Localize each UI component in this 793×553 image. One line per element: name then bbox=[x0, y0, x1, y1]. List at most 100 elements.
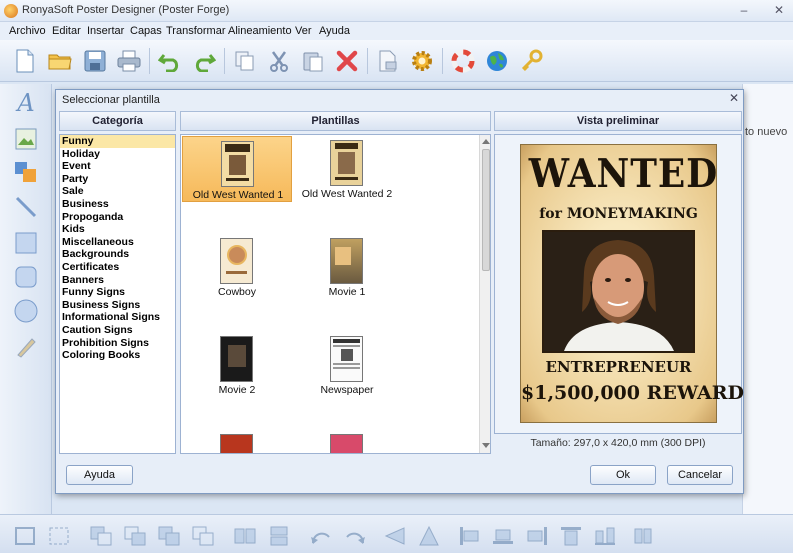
right-panel-text: to nuevo bbox=[745, 126, 788, 138]
category-list: Funny Holiday Event Party Sale Business … bbox=[59, 134, 176, 454]
image-tool-icon[interactable] bbox=[13, 126, 39, 152]
category-item[interactable]: Coloring Books bbox=[60, 349, 175, 362]
rotate-left-icon[interactable] bbox=[308, 523, 334, 549]
clipart-tool-icon[interactable] bbox=[13, 159, 39, 185]
template-dialog: Seleccionar plantilla ✕ Categoría Planti… bbox=[55, 89, 744, 494]
paste-icon[interactable] bbox=[300, 48, 326, 74]
category-item[interactable]: Informational Signs bbox=[60, 311, 175, 324]
template-item[interactable]: Newspaper bbox=[292, 332, 402, 398]
copy-icon[interactable] bbox=[232, 48, 258, 74]
menu-capas[interactable]: Capas bbox=[130, 25, 162, 37]
category-item[interactable]: Funny bbox=[60, 135, 175, 148]
category-item[interactable]: Banners bbox=[60, 274, 175, 287]
cut-icon[interactable] bbox=[266, 48, 292, 74]
category-item[interactable]: Business Signs bbox=[60, 299, 175, 312]
save-icon[interactable] bbox=[82, 48, 108, 74]
menu-ver[interactable]: Ver bbox=[295, 25, 312, 37]
align-top-icon[interactable] bbox=[456, 523, 482, 549]
new-file-icon[interactable] bbox=[12, 48, 38, 74]
menu-ayuda[interactable]: Ayuda bbox=[319, 25, 350, 37]
text-tool-icon[interactable]: A bbox=[13, 89, 39, 117]
scroll-thumb[interactable] bbox=[482, 149, 490, 271]
redo-icon[interactable] bbox=[191, 48, 217, 74]
main-toolbar bbox=[0, 40, 793, 82]
template-item-partial[interactable] bbox=[182, 430, 292, 453]
help-button[interactable]: Ayuda bbox=[66, 465, 133, 485]
distribute-icon[interactable] bbox=[592, 523, 618, 549]
flip-horizontal-icon[interactable] bbox=[232, 523, 258, 549]
rotate-right-icon[interactable] bbox=[342, 523, 368, 549]
settings-gear-icon[interactable] bbox=[409, 48, 435, 74]
category-item[interactable]: Sale bbox=[60, 185, 175, 198]
menu-insertar[interactable]: Insertar bbox=[87, 25, 124, 37]
category-item[interactable]: Business bbox=[60, 198, 175, 211]
category-item[interactable]: Miscellaneous bbox=[60, 236, 175, 249]
rounded-rect-tool-icon[interactable] bbox=[13, 264, 39, 290]
category-item[interactable]: Propoganda bbox=[60, 211, 175, 224]
toolbar-separator bbox=[224, 48, 225, 74]
page-setup-icon[interactable] bbox=[375, 48, 401, 74]
poster-occupation: ENTREPRENEUR bbox=[545, 358, 692, 376]
delete-icon[interactable] bbox=[334, 48, 360, 74]
toolbar-separator bbox=[367, 48, 368, 74]
template-item[interactable]: Old West Wanted 1 bbox=[182, 136, 292, 202]
select-frame-icon[interactable] bbox=[12, 523, 38, 549]
align-center-icon[interactable] bbox=[416, 523, 442, 549]
cancel-button[interactable]: Cancelar bbox=[667, 465, 733, 485]
align-middle-icon[interactable] bbox=[490, 523, 516, 549]
minimize-button[interactable]: – bbox=[735, 2, 753, 18]
same-size-icon[interactable] bbox=[630, 523, 656, 549]
rectangle-tool-icon[interactable] bbox=[13, 230, 39, 256]
category-item[interactable]: Funny Signs bbox=[60, 286, 175, 299]
send-back-icon[interactable] bbox=[190, 523, 216, 549]
web-globe-icon[interactable] bbox=[484, 48, 510, 74]
template-thumbnail bbox=[330, 140, 363, 186]
toolbar-separator bbox=[149, 48, 150, 74]
dialog-title: Seleccionar plantilla bbox=[62, 94, 160, 106]
close-window-button[interactable]: ✕ bbox=[770, 2, 788, 18]
template-thumbnail bbox=[220, 336, 253, 382]
category-item[interactable]: Holiday bbox=[60, 148, 175, 161]
template-item[interactable]: Movie 1 bbox=[292, 234, 402, 300]
scroll-up-icon[interactable] bbox=[482, 139, 490, 144]
category-item[interactable]: Prohibition Signs bbox=[60, 337, 175, 350]
category-item[interactable]: Caution Signs bbox=[60, 324, 175, 337]
pencil-tool-icon[interactable] bbox=[13, 334, 39, 360]
send-backward-icon[interactable] bbox=[156, 523, 182, 549]
bring-front-icon[interactable] bbox=[88, 523, 114, 549]
ok-button[interactable]: Ok bbox=[590, 465, 656, 485]
category-item[interactable]: Backgrounds bbox=[60, 248, 175, 261]
scroll-down-icon[interactable] bbox=[482, 443, 490, 448]
category-item[interactable]: Certificates bbox=[60, 261, 175, 274]
menu-transformar[interactable]: Transformar bbox=[166, 25, 226, 37]
dialog-close-icon[interactable]: ✕ bbox=[729, 91, 739, 105]
template-item[interactable]: Cowboy bbox=[182, 234, 292, 300]
menu-archivo[interactable]: Archivo bbox=[9, 25, 46, 37]
open-folder-icon[interactable] bbox=[47, 48, 73, 74]
category-item[interactable]: Party bbox=[60, 173, 175, 186]
title-bar: RonyaSoft Poster Designer (Poster Forge)… bbox=[0, 0, 793, 22]
menu-editar[interactable]: Editar bbox=[52, 25, 81, 37]
help-lifebuoy-icon[interactable] bbox=[450, 48, 476, 74]
category-item[interactable]: Event bbox=[60, 160, 175, 173]
category-item[interactable]: Kids bbox=[60, 223, 175, 236]
group-icon[interactable] bbox=[46, 523, 72, 549]
align-left-icon[interactable] bbox=[382, 523, 408, 549]
line-tool-icon[interactable] bbox=[13, 194, 39, 220]
align-right-icon[interactable] bbox=[558, 523, 584, 549]
register-key-icon[interactable] bbox=[519, 48, 545, 74]
template-item-partial[interactable] bbox=[292, 430, 402, 453]
toolbar-separator bbox=[442, 48, 443, 74]
template-thumbnail bbox=[221, 141, 254, 187]
menu-alineamiento[interactable]: Alineamiento bbox=[228, 25, 292, 37]
template-item[interactable]: Movie 2 bbox=[182, 332, 292, 398]
print-icon[interactable] bbox=[116, 48, 142, 74]
templates-scrollbar[interactable] bbox=[479, 135, 490, 453]
flip-vertical-icon[interactable] bbox=[266, 523, 292, 549]
undo-icon[interactable] bbox=[157, 48, 183, 74]
template-thumbnail bbox=[220, 434, 253, 453]
ellipse-tool-icon[interactable] bbox=[13, 298, 39, 324]
bring-forward-icon[interactable] bbox=[122, 523, 148, 549]
template-item[interactable]: Old West Wanted 2 bbox=[292, 136, 402, 202]
align-bottom-icon[interactable] bbox=[524, 523, 550, 549]
